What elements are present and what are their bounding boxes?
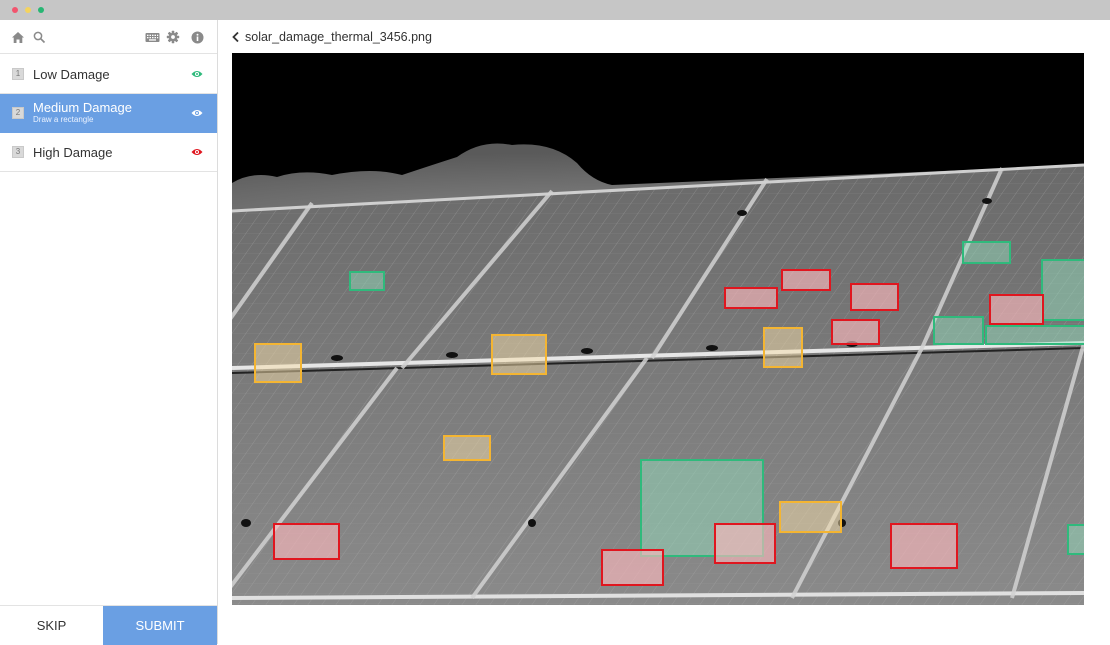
annotation-box-high-damage[interactable] (724, 287, 778, 309)
chevron-left-icon[interactable] (231, 31, 241, 43)
hotkey-badge: 3 (12, 146, 24, 158)
eye-icon[interactable] (191, 69, 203, 79)
annotation-box-high-damage[interactable] (831, 319, 880, 345)
window-titlebar (0, 0, 1110, 20)
label-item-high-damage[interactable]: 3 High Damage (0, 133, 217, 172)
eye-icon[interactable] (191, 147, 203, 157)
annotation-box-low-damage[interactable] (1067, 524, 1084, 555)
annotation-box-high-damage[interactable] (890, 523, 958, 569)
annotation-box-low-damage[interactable] (349, 271, 385, 291)
annotation-box-low-damage[interactable] (962, 241, 1011, 264)
annotation-box-medium-damage[interactable] (763, 327, 803, 368)
window-maximize-button[interactable] (38, 7, 44, 13)
image-panel: solar_damage_thermal_3456.png (219, 20, 1110, 644)
annotation-box-medium-damage[interactable] (491, 334, 547, 375)
label-sidebar: 1 Low Damage 2 Medium Damage Draw a rect… (0, 20, 218, 645)
window-minimize-button[interactable] (25, 7, 31, 13)
hotkey-badge: 1 (12, 68, 24, 80)
annotation-box-high-damage[interactable] (989, 294, 1044, 325)
submit-button[interactable]: SUBMIT (103, 606, 217, 645)
annotation-box-medium-damage[interactable] (254, 343, 302, 383)
annotation-box-low-damage[interactable] (985, 325, 1084, 345)
keyboard-icon[interactable] (144, 29, 160, 45)
file-name: solar_damage_thermal_3456.png (245, 30, 432, 44)
annotation-box-medium-damage[interactable] (779, 501, 842, 533)
annotation-box-low-damage[interactable] (933, 316, 984, 345)
sidebar-toolbar (0, 20, 217, 54)
label-name: Medium Damage (33, 100, 132, 115)
label-name: Low Damage (33, 67, 110, 82)
hotkey-badge: 2 (12, 107, 24, 119)
label-name: High Damage (33, 145, 113, 160)
annotation-box-medium-damage[interactable] (443, 435, 491, 461)
info-icon[interactable] (189, 29, 205, 45)
annotation-box-high-damage[interactable] (601, 549, 664, 586)
eye-icon[interactable] (191, 108, 203, 118)
label-list: 1 Low Damage 2 Medium Damage Draw a rect… (0, 55, 217, 172)
skip-button[interactable]: SKIP (0, 606, 103, 645)
annotation-box-high-damage[interactable] (714, 523, 776, 564)
annotation-box-high-damage[interactable] (273, 523, 340, 560)
home-icon[interactable] (10, 29, 26, 45)
annotation-box-high-damage[interactable] (850, 283, 899, 311)
window-close-button[interactable] (12, 7, 18, 13)
gear-icon[interactable] (165, 29, 181, 45)
label-item-low-damage[interactable]: 1 Low Damage (0, 55, 217, 94)
label-item-medium-damage[interactable]: 2 Medium Damage Draw a rectangle (0, 94, 217, 133)
file-header[interactable]: solar_damage_thermal_3456.png (231, 29, 432, 45)
annotation-box-high-damage[interactable] (781, 269, 831, 291)
search-icon[interactable] (31, 29, 47, 45)
label-instruction: Draw a rectangle (33, 115, 94, 124)
annotation-box-low-damage[interactable] (1041, 259, 1084, 321)
sidebar-footer: SKIP SUBMIT (0, 605, 217, 645)
annotation-canvas[interactable] (232, 53, 1084, 605)
